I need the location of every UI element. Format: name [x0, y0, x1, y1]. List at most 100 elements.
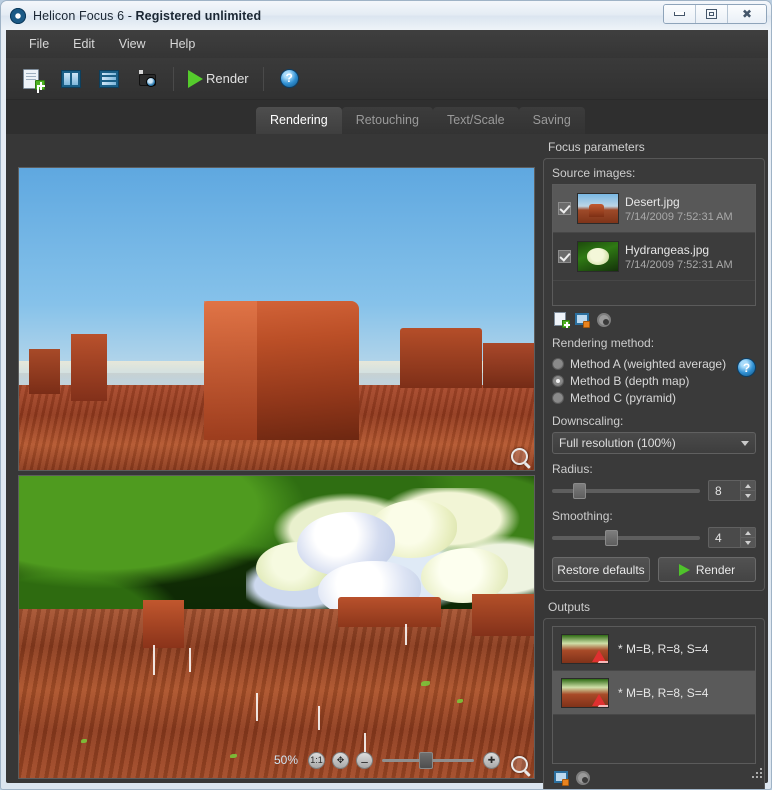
composite-image [19, 476, 534, 778]
chevron-down-icon [745, 541, 751, 545]
add-file-icon[interactable] [554, 312, 570, 328]
source-image-checkbox[interactable] [558, 202, 571, 215]
source-list-actions [552, 312, 756, 328]
source-file-date: 7/14/2009 7:52:31 AM [625, 259, 733, 271]
app-window: Helicon Focus 6 - Registered unlimited ✖… [0, 0, 772, 790]
render-button[interactable]: Render [658, 557, 756, 582]
render-button-label: Render [696, 563, 735, 577]
downscaling-select[interactable]: Full resolution (100%) [552, 432, 756, 454]
resize-grip[interactable] [752, 768, 764, 780]
list-item[interactable]: * M=B, R=8, S=4 [553, 671, 755, 715]
open-image-icon[interactable] [575, 312, 591, 328]
magnifier-icon[interactable] [511, 448, 528, 465]
source-file-date: 7/14/2009 7:52:31 AM [625, 211, 733, 223]
smoothing-slider-knob[interactable] [605, 530, 618, 546]
help-button[interactable]: ? [273, 64, 307, 94]
source-file-name: Desert.jpg [625, 195, 733, 209]
hydrangeas-thumbnail [577, 241, 619, 272]
window-controls: ✖ [663, 4, 767, 24]
desert-image [19, 168, 534, 470]
zoom-percent: 50% [274, 753, 298, 767]
action-buttons: Restore defaults Render [552, 557, 756, 582]
chevron-down-icon [745, 494, 751, 498]
maximize-icon [706, 9, 717, 19]
focus-parameters-title: Focus parameters [548, 140, 765, 154]
radius-increment-button[interactable] [741, 481, 755, 491]
window-title-status: Registered unlimited [136, 9, 262, 23]
minimize-button[interactable] [664, 5, 696, 23]
smoothing-increment-button[interactable] [741, 528, 755, 538]
list-item[interactable]: Desert.jpg 7/14/2009 7:52:31 AM [553, 185, 755, 233]
close-button[interactable]: ✖ [728, 5, 766, 23]
radio-method-b[interactable]: Method B (depth map) [552, 374, 737, 388]
radio-method-c[interactable]: Method C (pyramid) [552, 391, 737, 405]
app-body: File Edit View Help [6, 30, 768, 783]
tab-saving[interactable]: Saving [519, 107, 585, 134]
zoom-out-button[interactable]: ⚊ [356, 752, 373, 769]
zoom-in-button[interactable]: ✚ [483, 752, 500, 769]
minimize-icon [674, 12, 685, 16]
camera-icon [135, 67, 159, 91]
outputs-list[interactable]: * M=B, R=8, S=4 * M=B, R=8, S=4 [552, 626, 756, 764]
result-preview-composite[interactable] [18, 475, 535, 779]
chevron-up-icon [745, 484, 751, 488]
toolbar-separator-2 [263, 67, 264, 91]
settings-gear-icon[interactable] [596, 312, 612, 328]
source-image-checkbox[interactable] [558, 250, 571, 263]
menu-item-help[interactable]: Help [159, 33, 207, 55]
maximize-button[interactable] [696, 5, 728, 23]
camera-button[interactable] [130, 64, 164, 94]
chevron-down-icon [741, 441, 749, 446]
render-toolbar-label: Render [206, 71, 249, 86]
tab-rendering[interactable]: Rendering [256, 107, 342, 134]
desert-thumbnail [577, 193, 619, 224]
tab-text-scale[interactable]: Text/Scale [433, 107, 519, 134]
radio-icon [552, 392, 564, 404]
outputs-title: Outputs [548, 600, 765, 614]
list-item[interactable]: Hydrangeas.jpg 7/14/2009 7:52:31 AM [553, 233, 755, 281]
zoom-slider-knob[interactable] [419, 752, 433, 769]
output-thumbnail [561, 634, 609, 664]
radius-stepper[interactable]: 8 [708, 480, 756, 501]
smoothing-slider[interactable] [552, 536, 700, 540]
radius-slider-knob[interactable] [573, 483, 586, 499]
title-bar: Helicon Focus 6 - Registered unlimited ✖ [1, 1, 772, 30]
tab-retouching[interactable]: Retouching [342, 107, 433, 134]
source-images-list[interactable]: Desert.jpg 7/14/2009 7:52:31 AM Hydrange… [552, 184, 756, 306]
render-toolbar-button[interactable]: Render [183, 67, 254, 91]
restore-defaults-label: Restore defaults [557, 563, 644, 577]
close-icon: ✖ [742, 9, 752, 19]
menu-item-edit[interactable]: Edit [62, 33, 106, 55]
smoothing-value: 4 [709, 528, 740, 547]
view-rows-icon [97, 67, 121, 91]
method-help-icon[interactable]: ? [737, 358, 756, 377]
view-columns-button[interactable] [54, 64, 88, 94]
radius-slider[interactable] [552, 489, 700, 493]
radio-method-c-label: Method C (pyramid) [570, 391, 676, 405]
zoom-slider[interactable] [382, 759, 474, 762]
smoothing-decrement-button[interactable] [741, 538, 755, 547]
smoothing-stepper[interactable]: 4 [708, 527, 756, 548]
smoothing-label: Smoothing: [552, 509, 756, 523]
view-columns-icon [59, 67, 83, 91]
focus-parameters-group: Source images: Desert.jpg 7/14/2009 7:52… [543, 158, 765, 591]
view-rows-button[interactable] [92, 64, 126, 94]
toolbar: Render ? [6, 58, 768, 100]
radius-control: 8 [552, 480, 756, 501]
list-item[interactable]: * M=B, R=8, S=4 [553, 627, 755, 671]
menu-item-file[interactable]: File [18, 33, 60, 55]
radius-value: 8 [709, 481, 740, 500]
radius-decrement-button[interactable] [741, 491, 755, 500]
source-preview-desert[interactable] [18, 167, 535, 471]
radius-label: Radius: [552, 462, 756, 476]
fit-icon[interactable]: ✥ [332, 752, 349, 769]
radio-method-a[interactable]: Method A (weighted average) [552, 357, 737, 371]
restore-defaults-button[interactable]: Restore defaults [552, 557, 650, 582]
parameters-pane: Focus parameters Source images: Desert.j… [543, 134, 765, 779]
output-label: * M=B, R=8, S=4 [618, 642, 708, 656]
radio-icon [552, 358, 564, 370]
add-images-button[interactable] [16, 64, 50, 94]
add-images-icon [21, 67, 45, 91]
menu-item-view[interactable]: View [108, 33, 157, 55]
zoom-one-to-one-button[interactable]: 1:1 [308, 752, 325, 769]
